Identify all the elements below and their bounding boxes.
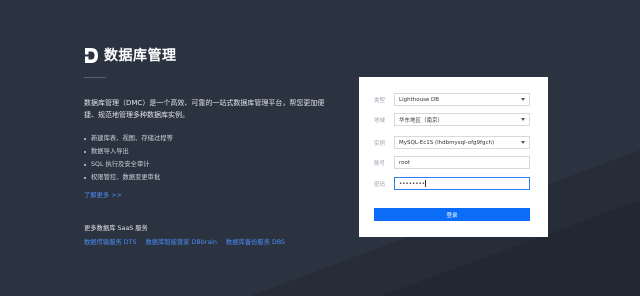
divider [84, 77, 106, 78]
account-row: 账号 root [374, 156, 530, 169]
service-link-dts[interactable]: 数据传输服务 DTS [84, 237, 136, 246]
login-card: 类型 Lighthouse DB 地域 华东地区（南京） 实例 MySQL-Ec… [359, 77, 548, 237]
chevron-down-icon [521, 141, 525, 144]
instance-select[interactable]: MySQL-Ec1S (lhdbmysql-ofg9fgch) [394, 136, 530, 149]
bullet-icon [84, 150, 86, 153]
account-input[interactable]: root [394, 156, 530, 169]
brand: 数据库管理 [84, 45, 177, 65]
services-links: 数据传输服务 DTS 数据库智能管家 DBbrain 数据库备份服务 DBS [84, 237, 285, 246]
more-services-title: 更多数据库 SaaS 服务 [84, 225, 148, 232]
password-value: •••••••• [399, 181, 425, 187]
type-value: Lighthouse DB [399, 96, 440, 103]
service-link-dbs[interactable]: 数据库备份服务 DBS [226, 237, 285, 246]
feature-list: 新建库表、视图、存储过程等 数据导入导出 SQL 执行及安全审计 权限管控、数据… [84, 132, 173, 184]
dmc-logo-icon [85, 47, 98, 63]
bullet-icon [84, 163, 86, 166]
type-select[interactable]: Lighthouse DB [394, 93, 530, 106]
feature-item: 数据导入导出 [84, 145, 173, 158]
region-row: 地域 华东地区（南京） [374, 113, 530, 126]
password-row: 密码 •••••••• [374, 177, 530, 190]
bullet-icon [84, 137, 86, 140]
feature-item: 权限管控、数据变更审批 [84, 171, 173, 184]
learn-more-link[interactable]: 了解更多 >> [84, 190, 122, 199]
account-label: 账号 [374, 160, 386, 167]
feature-item: 新建库表、视图、存储过程等 [84, 132, 173, 145]
region-value: 华东地区（南京） [399, 117, 444, 124]
type-label: 类型 [374, 97, 386, 104]
bullet-icon [84, 176, 86, 179]
instance-label: 实例 [374, 140, 386, 147]
service-link-dbbrain[interactable]: 数据库智能管家 DBbrain [145, 237, 216, 246]
region-select[interactable]: 华东地区（南京） [394, 113, 530, 126]
region-label: 地域 [374, 117, 386, 124]
type-row: 类型 Lighthouse DB [374, 93, 530, 106]
password-input[interactable]: •••••••• [394, 177, 530, 190]
chevron-down-icon [521, 98, 525, 101]
login-button[interactable]: 登录 [374, 208, 530, 221]
chevron-down-icon [521, 118, 525, 121]
brand-title: 数据库管理 [104, 48, 177, 64]
instance-row: 实例 MySQL-Ec1S (lhdbmysql-ofg9fgch) [374, 136, 530, 149]
account-value: root [399, 159, 411, 166]
feature-item: SQL 执行及安全审计 [84, 158, 173, 171]
instance-value: MySQL-Ec1S (lhdbmysql-ofg9fgch) [399, 139, 495, 146]
intro-text: 数据库管理（DMC）是一个高效、可靠的一站式数据库管理平台，帮您更加便捷、规范地… [84, 99, 325, 119]
password-label: 密码 [374, 181, 386, 188]
text-cursor [425, 180, 426, 187]
